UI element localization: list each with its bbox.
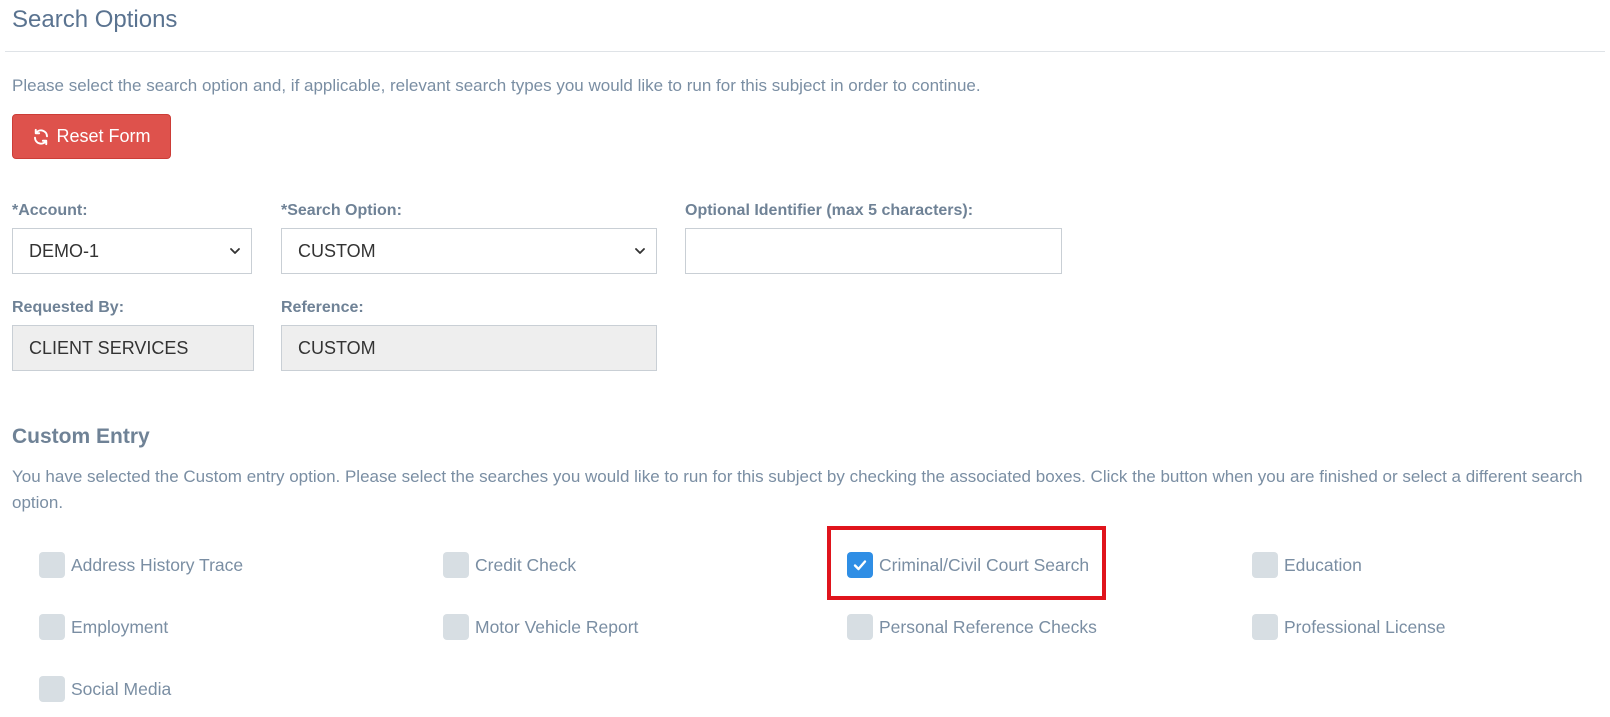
reference-label: Reference:: [281, 299, 364, 316]
custom-entry-description: You have selected the Custom entry optio…: [12, 467, 1583, 512]
search-option-select[interactable]: CUSTOM: [281, 228, 657, 274]
checkbox-box[interactable]: [39, 676, 65, 702]
reference-value: CUSTOM: [298, 337, 376, 358]
checkbox-social-media[interactable]: Social Media: [39, 675, 171, 703]
refresh-icon: [32, 128, 50, 146]
checkbox-label: Personal Reference Checks: [879, 616, 1097, 637]
checkbox-box[interactable]: [39, 552, 65, 578]
account-value: DEMO-1: [29, 240, 100, 261]
checkbox-label: Social Media: [71, 678, 172, 699]
checkbox-box[interactable]: [847, 614, 873, 640]
checkbox-motor-vehicle-report[interactable]: Motor Vehicle Report: [443, 613, 638, 641]
page-title: Search Options: [12, 6, 178, 33]
optional-identifier-input[interactable]: [685, 228, 1062, 274]
reference-field: CUSTOM: [281, 325, 657, 371]
checkbox-label: Education: [1284, 554, 1362, 575]
search-option-label: *Search Option:: [281, 202, 402, 219]
search-option-value: CUSTOM: [298, 240, 376, 261]
checkbox-label: Professional License: [1284, 616, 1446, 637]
checkbox-personal-reference-checks[interactable]: Personal Reference Checks: [847, 613, 1097, 641]
account-label: *Account:: [12, 202, 88, 219]
requested-by-field: CLIENT SERVICES: [12, 325, 254, 371]
checkbox-credit-check[interactable]: Credit Check: [443, 551, 576, 579]
custom-entry-title: Custom Entry: [12, 425, 150, 448]
title-divider: [5, 51, 1605, 52]
highlight-annotation: [827, 526, 1106, 600]
optional-identifier-label: Optional Identifier (max 5 characters):: [685, 202, 974, 219]
intro-text: Please select the search option and, if …: [12, 76, 981, 95]
checkbox-box[interactable]: [443, 614, 469, 640]
chevron-down-icon: [230, 248, 240, 254]
chevron-down-icon: [635, 248, 645, 254]
checkbox-box[interactable]: [1252, 552, 1278, 578]
checkbox-employment[interactable]: Employment: [39, 613, 168, 641]
requested-by-value: CLIENT SERVICES: [29, 337, 189, 358]
checkbox-label: Motor Vehicle Report: [475, 616, 639, 637]
checkbox-professional-license[interactable]: Professional License: [1252, 613, 1445, 641]
checkbox-box[interactable]: [1252, 614, 1278, 640]
checkbox-education[interactable]: Education: [1252, 551, 1362, 579]
reset-form-label: Reset Form: [56, 126, 151, 146]
checkbox-box[interactable]: [443, 552, 469, 578]
checkbox-box[interactable]: [39, 614, 65, 640]
checkbox-label: Employment: [71, 616, 169, 637]
checkbox-address-history-trace[interactable]: Address History Trace: [39, 551, 243, 579]
checkbox-label: Credit Check: [475, 554, 577, 575]
checkbox-label: Address History Trace: [71, 554, 244, 575]
reset-form-button[interactable]: Reset Form: [12, 114, 171, 159]
account-select[interactable]: DEMO-1: [12, 228, 252, 274]
requested-by-label: Requested By:: [12, 299, 125, 316]
